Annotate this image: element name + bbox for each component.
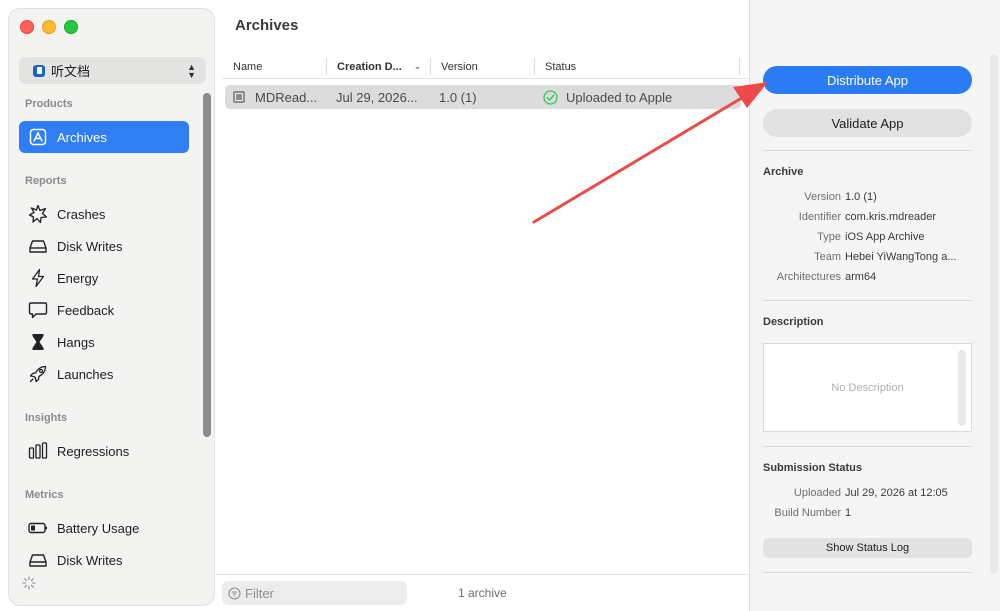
archive-value: arm64	[845, 271, 877, 283]
column-header-status[interactable]: Status	[534, 54, 734, 79]
sidebar-item-archives[interactable]: Archives	[19, 121, 189, 153]
minimize-window-button[interactable]	[42, 20, 56, 34]
sidebar-item-launches[interactable]: Launches	[19, 358, 189, 390]
archive-file-icon	[233, 91, 245, 103]
distribute-app-button[interactable]: Distribute App	[763, 66, 972, 94]
energy-icon	[27, 268, 49, 288]
archive-key: Type	[817, 231, 841, 243]
rocket-icon	[27, 364, 49, 384]
crashes-icon	[27, 204, 49, 224]
activity-spinner-icon	[22, 576, 36, 590]
divider	[763, 446, 972, 447]
filter-placeholder: Filter	[245, 585, 274, 601]
hourglass-icon	[27, 332, 49, 352]
column-header-label: Creation D...	[337, 60, 402, 73]
submission-key: Uploaded	[793, 487, 841, 499]
chevron-updown-icon: ▲ ▼	[187, 61, 196, 80]
sidebar-item-energy[interactable]: Energy	[19, 262, 189, 294]
inspector-scrollbar[interactable]	[990, 54, 998, 574]
archive-key: Team	[814, 251, 841, 263]
description-placeholder: No Description	[831, 381, 904, 394]
archive-value: Hebei YiWangTong a...	[845, 251, 957, 263]
page-title: Archives	[235, 17, 299, 34]
divider	[763, 572, 972, 573]
sidebar-item-disk-writes-metrics[interactable]: Disk Writes	[19, 544, 189, 576]
sidebar-item-label: Disk Writes	[57, 238, 123, 254]
description-field[interactable]: No Description	[763, 343, 972, 432]
sidebar-item-label: Archives	[57, 129, 107, 145]
section-header-insights: Insights	[25, 412, 68, 424]
disk-icon	[27, 550, 49, 570]
sidebar: 听文档 ▲ ▼ Products Archives Reports Crashes…	[8, 8, 215, 606]
column-header-name[interactable]: Name	[222, 54, 326, 79]
archives-icon	[27, 127, 49, 147]
battery-icon	[27, 518, 49, 538]
divider	[216, 574, 749, 575]
checkmark-circle-icon	[543, 89, 558, 105]
archive-value: 1.0 (1)	[845, 191, 877, 203]
disk-icon	[27, 236, 49, 256]
submission-key: Build Number	[774, 507, 841, 519]
zoom-window-button[interactable]	[64, 20, 78, 34]
divider	[763, 300, 972, 301]
cell-status: Uploaded to Apple	[543, 85, 733, 109]
archive-name: MDRead...	[255, 89, 318, 105]
inspector-panel: Distribute App Validate App Archive Vers…	[749, 0, 1000, 611]
sidebar-item-hangs[interactable]: Hangs	[19, 326, 189, 358]
status-text: Uploaded to Apple	[566, 89, 673, 105]
archive-value: com.kris.mdreader	[845, 211, 937, 223]
sidebar-item-label: Battery Usage	[57, 520, 140, 536]
column-divider	[739, 58, 740, 75]
cell-created: Jul 29, 2026...	[336, 89, 418, 105]
sort-chevron-icon: ⌄	[413, 61, 422, 71]
sidebar-item-label: Launches	[57, 366, 114, 382]
submission-status-header: Submission Status	[763, 462, 863, 474]
sidebar-item-label: Feedback	[57, 302, 115, 318]
archive-key: Architectures	[776, 271, 841, 283]
divider	[763, 150, 972, 151]
sidebar-item-battery-usage[interactable]: Battery Usage	[19, 512, 189, 544]
scheme-label: 听文档	[51, 64, 91, 79]
filter-input[interactable]: Filter	[222, 581, 407, 605]
archive-key: Identifier	[798, 211, 841, 223]
show-status-log-button[interactable]: Show Status Log	[763, 538, 972, 558]
sidebar-item-label: Crashes	[57, 206, 106, 222]
validate-app-button[interactable]: Validate App	[763, 109, 972, 137]
sidebar-scroll-thumb[interactable]	[203, 93, 211, 437]
archive-section-header: Archive	[763, 166, 804, 178]
filter-icon	[228, 586, 241, 600]
scheme-selector[interactable]: 听文档 ▲ ▼	[19, 57, 206, 84]
cell-name: MDRead...	[233, 85, 328, 109]
app-icon	[33, 64, 45, 77]
section-header-products: Products	[25, 98, 73, 110]
column-header-creation-date[interactable]: Creation D... ⌄	[326, 54, 430, 79]
description-section-header: Description	[763, 316, 824, 328]
sidebar-item-label: Regressions	[57, 443, 130, 459]
sidebar-item-crashes[interactable]: Crashes	[19, 198, 189, 230]
archive-table-header: Name Creation D... ⌄ Version Status	[222, 54, 749, 79]
section-header-metrics: Metrics	[25, 489, 64, 501]
sidebar-item-regressions[interactable]: Regressions	[19, 435, 189, 467]
cell-version: 1.0 (1)	[439, 89, 477, 105]
feedback-icon	[27, 300, 49, 320]
sidebar-item-feedback[interactable]: Feedback	[19, 294, 189, 326]
close-window-button[interactable]	[20, 20, 34, 34]
column-header-version[interactable]: Version	[430, 54, 534, 79]
submission-value: 1	[845, 507, 852, 519]
submission-value: Jul 29, 2026 at 12:05	[845, 487, 948, 499]
table-row[interactable]: MDRead... Jul 29, 2026... 1.0 (1) Upload…	[225, 85, 741, 109]
description-scrollbar[interactable]	[958, 350, 966, 426]
sidebar-item-label: Hangs	[57, 334, 95, 350]
xcode-organizer-window: 听文档 ▲ ▼ Products Archives Reports Crashes…	[0, 0, 1000, 611]
section-header-reports: Reports	[25, 175, 67, 187]
regressions-icon	[27, 441, 49, 461]
sidebar-item-label: Disk Writes	[57, 552, 123, 568]
sidebar-item-label: Energy	[57, 270, 99, 286]
sidebar-item-disk-writes[interactable]: Disk Writes	[19, 230, 189, 262]
archive-count: 1 archive	[458, 586, 507, 600]
archive-value: iOS App Archive	[845, 231, 925, 243]
archive-key: Version	[804, 191, 841, 203]
